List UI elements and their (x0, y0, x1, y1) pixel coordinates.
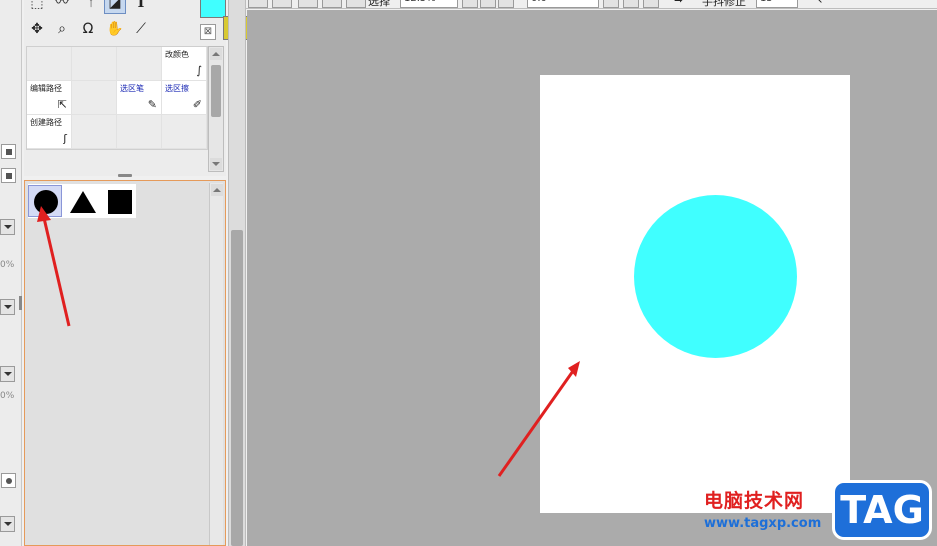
shape-panel-scrollbar[interactable] (209, 183, 223, 545)
toolbar-button[interactable] (322, 0, 342, 8)
lasso-icon[interactable]: 〰 (51, 0, 73, 14)
tool-cell[interactable] (72, 115, 117, 149)
tool-cell[interactable] (162, 115, 207, 149)
shape-strip (28, 184, 136, 218)
cyan-circle-shape[interactable] (634, 195, 797, 358)
eraser-icon: ✐ (192, 98, 202, 111)
scroll-thumb[interactable] (231, 230, 243, 546)
circle-icon (34, 190, 58, 214)
panel-toggle-button[interactable] (1, 168, 16, 183)
tool-cell-edit-path[interactable]: 编辑路径 ⇱ (27, 81, 72, 115)
text-tool-icon[interactable]: T (130, 0, 152, 14)
watermark-logo: TAG (832, 480, 932, 540)
tool-cell-select-eraser[interactable]: 选区擦 ✐ (162, 81, 207, 115)
paper-canvas[interactable] (540, 75, 850, 513)
watermark-site-name: 电脑技术网 (704, 490, 805, 512)
hand-icon[interactable]: ✋ (104, 18, 126, 40)
tool-cell-change-color[interactable]: 改颜色 ∫ (162, 47, 207, 81)
app-window: 0% 0% ⬚ 〰 ⚚ ◪ T ✥ ⌕ Ω ✋ ⟋ ⊠ ↓ 改颜色 ∫ 编辑路径 (0, 0, 937, 546)
panel-toggle-button[interactable] (1, 144, 16, 159)
resize-grip[interactable] (19, 296, 22, 310)
triangle-icon (70, 191, 96, 213)
triangle-shape-button[interactable] (65, 185, 99, 217)
left-side-panel: 0% 0% (0, 0, 22, 546)
tool-cell-select-pen[interactable]: 选区笔 ✎ (117, 81, 162, 115)
percent-field[interactable]: 0% (0, 389, 15, 403)
circle-shape-button[interactable] (28, 185, 62, 217)
magic-wand-icon[interactable]: ⚚ (80, 0, 102, 14)
tool-cell-label: 编辑路径 (30, 84, 62, 93)
select-label: 选择 (368, 0, 390, 8)
tool-cell-label: 创建路径 (30, 118, 62, 127)
select-icon[interactable] (346, 0, 366, 8)
stabilizer-field[interactable]: 15 (756, 0, 798, 8)
tool-grid: 改颜色 ∫ 编辑路径 ⇱ 选区笔 ✎ 选区擦 ✐ 创建路径 ʃ (26, 46, 208, 150)
rotate-left-icon[interactable] (603, 0, 619, 8)
toolbar-button[interactable] (298, 0, 318, 8)
scroll-down-icon[interactable] (210, 158, 222, 170)
scroll-up-icon[interactable] (211, 184, 223, 196)
rotate-reset-button[interactable] (643, 0, 659, 8)
tool-cell-label: 改颜色 (165, 50, 189, 59)
dropdown-arrow[interactable] (0, 299, 15, 315)
zoom-in-button[interactable] (480, 0, 496, 8)
zoom-field[interactable]: 12.5% (400, 0, 458, 8)
tool-cell-label: 选区笔 (120, 84, 144, 93)
square-shape-button[interactable] (102, 185, 136, 217)
tool-cell-label: 选区擦 (165, 84, 189, 93)
scroll-up-icon[interactable] (210, 48, 222, 60)
path-icon: ʃ (63, 132, 67, 145)
tool-cell-create-path[interactable]: 创建路径 ʃ (27, 115, 72, 149)
scroll-thumb[interactable] (211, 65, 221, 117)
shape-tool-icon[interactable]: ◪ (104, 0, 126, 14)
swap-colors-icon[interactable]: ⊠ (200, 24, 216, 40)
angle-field[interactable]: 0.0 (527, 0, 599, 8)
zoom-reset-button[interactable] (498, 0, 514, 8)
extra-tool-icon[interactable]: ↖ (814, 0, 823, 6)
move-icon[interactable]: ✥ (26, 18, 48, 40)
watermark-url: www.tagxp.com (704, 516, 822, 531)
panel-divider-grip[interactable] (118, 174, 132, 177)
square-icon (108, 190, 132, 214)
tool-cell[interactable] (72, 47, 117, 81)
tool-cell[interactable] (72, 81, 117, 115)
rect-select-icon[interactable]: ⬚ (26, 0, 48, 14)
watermark-badge-text: TAG (840, 488, 924, 532)
shape-panel (24, 180, 226, 546)
percent-field[interactable]: 0% (0, 258, 15, 272)
pen-icon: ✎ (147, 98, 157, 111)
flip-icon[interactable]: ➡ (674, 0, 683, 6)
dropdown-arrow[interactable] (0, 366, 15, 382)
vertical-scrollbar[interactable] (228, 0, 246, 546)
cursor-icon: ⇱ (57, 98, 67, 111)
curve-icon: ∫ (196, 64, 202, 77)
toolbar: 选择 12.5% 0.0 ➡ 手抖修正 15 ↖ (246, 0, 937, 9)
dropdown-arrow[interactable] (0, 219, 15, 235)
zoom-icon[interactable]: ⌕ (51, 18, 73, 40)
rotate-right-icon[interactable] (623, 0, 639, 8)
canvas-area[interactable] (247, 10, 937, 546)
tool-cell[interactable] (27, 47, 72, 81)
rotate-icon[interactable]: Ω (77, 18, 99, 40)
panel-toggle-button[interactable] (1, 473, 16, 488)
eyedropper-icon[interactable]: ⟋ (130, 18, 152, 40)
zoom-out-button[interactable] (462, 0, 478, 8)
tool-cell[interactable] (117, 47, 162, 81)
toolbar-button[interactable] (272, 0, 292, 8)
stabilizer-label: 手抖修正 (702, 0, 746, 8)
scroll-arrow[interactable] (0, 516, 15, 532)
tool-grid-scrollbar[interactable] (208, 46, 224, 172)
tool-cell[interactable] (117, 115, 162, 149)
toolbar-button[interactable] (248, 0, 268, 8)
